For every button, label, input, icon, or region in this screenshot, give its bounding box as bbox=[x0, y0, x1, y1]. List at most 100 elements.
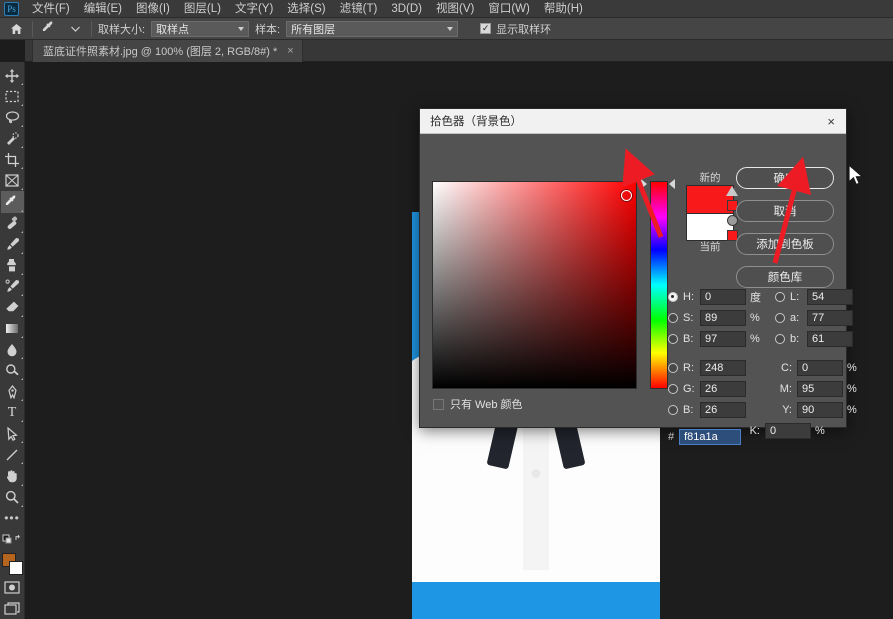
menu-bar: Ps 文件(F) 编辑(E) 图像(I) 图层(L) 文字(Y) 选择(S) 滤… bbox=[0, 0, 893, 18]
green-input[interactable]: 26 bbox=[700, 380, 746, 397]
menu-item-filter[interactable]: 滤镜(T) bbox=[333, 0, 385, 18]
lasso-tool[interactable] bbox=[1, 107, 24, 128]
brush-tool[interactable] bbox=[1, 234, 24, 255]
gradient-tool[interactable] bbox=[1, 318, 24, 339]
magenta-input[interactable]: 95 bbox=[797, 380, 843, 397]
lab-b-label: b: bbox=[790, 332, 800, 345]
dodge-tool[interactable] bbox=[1, 360, 24, 381]
yellow-input[interactable]: 90 bbox=[797, 401, 843, 418]
field-row-b-b: B: 97 % b: 61 bbox=[668, 328, 853, 349]
yellow-label: Y: bbox=[782, 403, 792, 416]
show-sampling-ring-checkbox[interactable]: ✓ 显示取样环 bbox=[480, 21, 551, 37]
quick-mask-mode-button[interactable] bbox=[1, 577, 24, 598]
divider bbox=[32, 20, 33, 37]
quick-mask-and-default-colors[interactable] bbox=[1, 529, 24, 550]
dialog-title: 拾色器（背景色） bbox=[430, 116, 522, 128]
saturation-label: S: bbox=[683, 311, 694, 324]
black-input[interactable]: 0 bbox=[765, 422, 811, 439]
background-color-swatch[interactable] bbox=[8, 560, 23, 575]
history-brush-tool[interactable] bbox=[1, 276, 24, 297]
menu-item-window[interactable]: 窗口(W) bbox=[481, 0, 537, 18]
home-icon[interactable] bbox=[6, 19, 26, 39]
web-colors-only-label: 只有 Web 颜色 bbox=[450, 399, 523, 411]
sample-label: 样本: bbox=[255, 23, 281, 36]
close-icon[interactable]: × bbox=[824, 115, 838, 128]
pen-tool[interactable] bbox=[1, 381, 24, 402]
color-field-marker[interactable] bbox=[621, 190, 632, 201]
web-colors-only-checkbox[interactable]: 只有 Web 颜色 bbox=[433, 396, 523, 412]
radio-saturation[interactable] bbox=[668, 312, 678, 323]
magenta-label: M: bbox=[779, 382, 792, 395]
frame-tool[interactable] bbox=[1, 170, 24, 191]
cyan-input[interactable]: 0 bbox=[797, 359, 843, 376]
close-icon[interactable]: × bbox=[287, 45, 293, 57]
screen-mode-button[interactable] bbox=[1, 598, 24, 619]
radio-lab-b[interactable] bbox=[775, 333, 785, 344]
radio-brightness[interactable] bbox=[668, 333, 678, 344]
color-swatches[interactable] bbox=[1, 552, 24, 577]
radio-green[interactable] bbox=[668, 383, 678, 394]
document-tab[interactable]: 蓝底证件照素材.jpg @ 100% (图层 2, RGB/8#) * × bbox=[32, 40, 303, 62]
tools-panel: T ••• bbox=[0, 62, 25, 619]
menu-item-layer[interactable]: 图层(L) bbox=[177, 0, 228, 18]
cancel-button[interactable]: 取消 bbox=[736, 200, 834, 222]
hue-slider[interactable] bbox=[650, 181, 668, 389]
color-libraries-button[interactable]: 颜色库 bbox=[736, 266, 834, 288]
crop-tool[interactable] bbox=[1, 149, 24, 170]
eyedropper-icon[interactable] bbox=[39, 19, 59, 39]
lab-l-input[interactable]: 54 bbox=[807, 288, 853, 305]
menu-item-3d[interactable]: 3D(D) bbox=[384, 0, 429, 18]
rectangular-marquee-tool[interactable] bbox=[1, 86, 24, 107]
radio-lab-a[interactable] bbox=[775, 312, 785, 323]
zoom-tool[interactable] bbox=[1, 487, 24, 508]
hue-input[interactable]: 0 bbox=[700, 288, 746, 305]
lab-b-input[interactable]: 61 bbox=[807, 330, 853, 347]
sample-select[interactable]: 所有图层 bbox=[286, 20, 459, 37]
menu-item-help[interactable]: 帮助(H) bbox=[537, 0, 590, 18]
menu-item-type[interactable]: 文字(Y) bbox=[228, 0, 280, 18]
sample-size-value: 取样点 bbox=[156, 23, 190, 36]
lab-a-input[interactable]: 77 bbox=[807, 309, 853, 326]
eraser-tool[interactable] bbox=[1, 297, 24, 318]
field-row-s-a: S: 89 % a: 77 bbox=[668, 307, 853, 328]
red-input[interactable]: 248 bbox=[700, 359, 746, 376]
hex-field-row: # f81a1a bbox=[668, 429, 742, 445]
sample-size-select[interactable]: 取样点 bbox=[151, 20, 250, 37]
radio-blue[interactable] bbox=[668, 404, 678, 415]
color-picker-dialog[interactable]: 拾色器（背景色） × 新的 当前 确定 取消 添加到色板 颜色库 H: 0 度 … bbox=[419, 108, 857, 445]
radio-lab-l[interactable] bbox=[775, 291, 785, 302]
radio-hue[interactable] bbox=[668, 291, 678, 302]
quick-selection-tool[interactable] bbox=[1, 128, 24, 149]
type-tool-glyph: T bbox=[7, 404, 17, 420]
blue-input[interactable]: 26 bbox=[700, 401, 746, 418]
lab-a-label: a: bbox=[790, 311, 800, 324]
color-value-fields: H: 0 度 L: 54 S: 89 % a: 77 B: 97 % b: 61… bbox=[668, 286, 857, 441]
move-tool[interactable] bbox=[1, 65, 24, 86]
path-selection-tool[interactable] bbox=[1, 423, 24, 444]
brightness-input[interactable]: 97 bbox=[700, 330, 746, 347]
hand-tool[interactable] bbox=[1, 465, 24, 486]
healing-brush-tool[interactable] bbox=[1, 213, 24, 234]
tool-preset-chevron-icon[interactable] bbox=[65, 19, 85, 39]
ok-button[interactable]: 确定 bbox=[736, 167, 834, 189]
menu-item-select[interactable]: 选择(S) bbox=[280, 0, 332, 18]
document-tab-title: 蓝底证件照素材.jpg @ 100% (图层 2, RGB/8#) * bbox=[43, 46, 278, 58]
edit-toolbar-button[interactable]: ••• bbox=[1, 508, 24, 529]
clone-stamp-tool[interactable] bbox=[1, 255, 24, 276]
new-color-label: 新的 bbox=[699, 172, 721, 184]
saturation-brightness-field[interactable] bbox=[432, 181, 637, 389]
menu-item-view[interactable]: 视图(V) bbox=[429, 0, 481, 18]
saturation-input[interactable]: 89 bbox=[700, 309, 746, 326]
add-to-swatches-button[interactable]: 添加到色板 bbox=[736, 233, 834, 255]
menu-item-file[interactable]: 文件(F) bbox=[25, 0, 77, 18]
dialog-buttons: 确定 取消 添加到色板 颜色库 bbox=[736, 167, 834, 299]
blur-tool[interactable] bbox=[1, 339, 24, 360]
radio-red[interactable] bbox=[668, 362, 678, 373]
hex-input[interactable]: f81a1a bbox=[679, 429, 742, 445]
checkbox-glyph: ✓ bbox=[480, 23, 492, 34]
line-tool[interactable] bbox=[1, 444, 24, 465]
menu-item-image[interactable]: 图像(I) bbox=[129, 0, 177, 18]
type-tool[interactable]: T bbox=[1, 402, 24, 423]
menu-item-edit[interactable]: 编辑(E) bbox=[77, 0, 129, 18]
eyedropper-tool[interactable] bbox=[0, 191, 24, 213]
